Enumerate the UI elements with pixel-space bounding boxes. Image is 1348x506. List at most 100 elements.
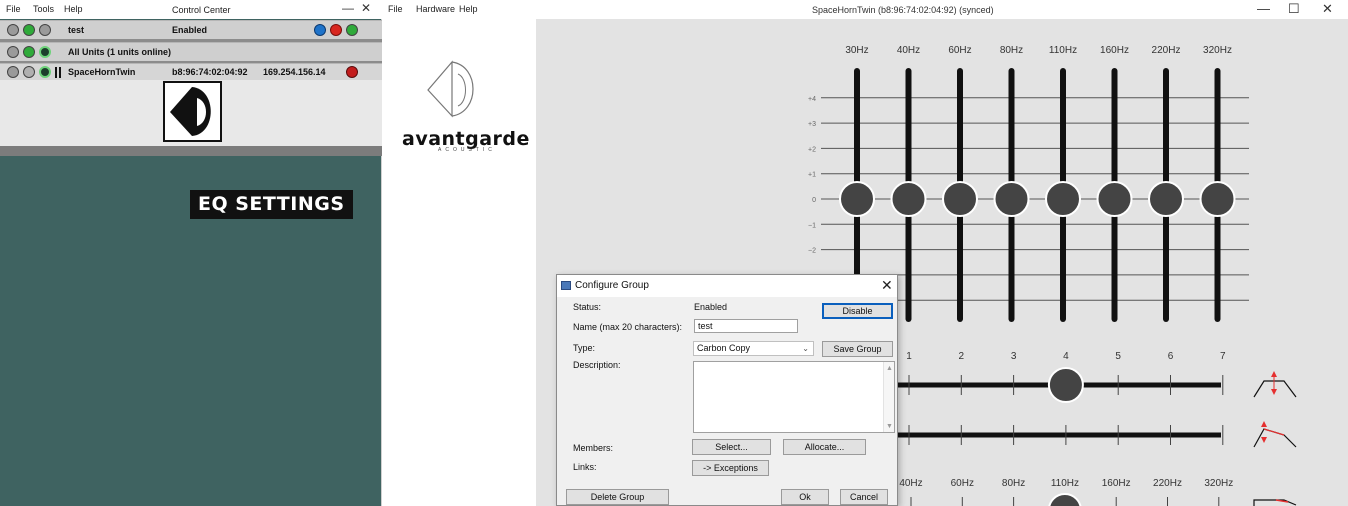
- db-label: 0: [812, 197, 816, 204]
- slider-knob-220Hz[interactable]: [1148, 181, 1184, 217]
- bottom-freq-label-110Hz: 110Hz: [1051, 478, 1079, 489]
- name-field[interactable]: test: [694, 319, 798, 333]
- type-select[interactable]: Carbon Copy ⌄: [693, 341, 814, 356]
- bottom-freq-label-320Hz: 320Hz: [1204, 478, 1233, 489]
- status-label: Status:: [573, 302, 602, 312]
- all-units-row[interactable]: All Units (1 units online): [0, 42, 382, 61]
- position-label-5: 5: [1115, 351, 1121, 362]
- allocate-button[interactable]: Allocate...: [783, 439, 866, 455]
- slider-knob-110Hz[interactable]: [1045, 181, 1081, 217]
- bottom-freq-label-60Hz: 60Hz: [951, 478, 974, 489]
- select-members-button[interactable]: Select...: [692, 439, 771, 455]
- close-button[interactable]: ✕: [1322, 1, 1333, 17]
- group-status-icon: [39, 24, 51, 36]
- description-label: Description:: [573, 360, 621, 370]
- freq-label-110Hz: 110Hz: [1049, 45, 1077, 56]
- links-label: Links:: [573, 462, 597, 472]
- disable-button[interactable]: Disable: [822, 303, 893, 319]
- power-on-icon[interactable]: [23, 24, 35, 36]
- db-label: +2: [808, 146, 816, 153]
- freq-label-220Hz: 220Hz: [1152, 45, 1181, 56]
- device-name: SpaceHornTwin: [68, 67, 136, 77]
- db-label: +4: [808, 96, 816, 103]
- slider-knob-160Hz[interactable]: [1096, 181, 1133, 217]
- menu-tools[interactable]: Tools: [33, 4, 54, 14]
- menu-file[interactable]: File: [388, 4, 403, 14]
- delete-group-icon[interactable]: [330, 24, 342, 36]
- bottom-freq-label-40Hz: 40Hz: [899, 478, 922, 489]
- device-status-icon: [39, 66, 51, 78]
- add-group-icon[interactable]: [346, 24, 358, 36]
- window-title: SpaceHornTwin (b8:96:74:02:04:92) (synce…: [812, 5, 994, 15]
- scroll-up-icon[interactable]: ▲: [886, 365, 893, 372]
- device-logo-icon: [163, 81, 222, 142]
- freq-label-30Hz: 30Hz: [845, 45, 868, 56]
- db-label: +3: [808, 121, 816, 128]
- exceptions-button[interactable]: -> Exceptions: [692, 460, 769, 476]
- slider-knob-40Hz[interactable]: [890, 181, 927, 217]
- bottom-freq-label-160Hz: 160Hz: [1102, 478, 1131, 489]
- configure-group-dialog: Configure Group ✕ Status: Enabled Disabl…: [556, 274, 898, 506]
- close-button[interactable]: ✕: [361, 1, 371, 15]
- collapse-icon[interactable]: [7, 66, 19, 78]
- slider-knob-80Hz[interactable]: [993, 181, 1030, 217]
- lowpass-filter-icon[interactable]: [1253, 499, 1297, 506]
- slider-knob-30Hz[interactable]: [839, 181, 875, 217]
- bottom-slider-knob[interactable]: [1048, 493, 1082, 506]
- edit-group-icon[interactable]: [314, 24, 326, 36]
- position-label-2: 2: [959, 351, 965, 362]
- freq-label-320Hz: 320Hz: [1203, 45, 1232, 56]
- device-action-icon[interactable]: [346, 66, 358, 78]
- description-field[interactable]: ▲ ▼: [693, 361, 895, 433]
- db-label: +1: [808, 172, 816, 179]
- slider-knob-320Hz[interactable]: [1199, 181, 1236, 217]
- desktop: File Tools Help Control Center — ✕ test …: [0, 0, 1348, 506]
- device-row[interactable]: SpaceHornTwin b8:96:74:02:04:92 169.254.…: [0, 63, 382, 80]
- horizontal-slider-knob[interactable]: [1047, 367, 1084, 403]
- group-row[interactable]: test Enabled: [0, 20, 382, 39]
- scroll-down-icon[interactable]: ▼: [886, 423, 893, 430]
- device-ip: 169.254.156.14: [263, 67, 326, 77]
- device-mac: b8:96:74:02:04:92: [172, 67, 248, 77]
- ok-button[interactable]: Ok: [781, 489, 829, 505]
- maximize-button[interactable]: ☐: [1288, 1, 1300, 17]
- collapse-icon[interactable]: [7, 46, 19, 58]
- minimize-button[interactable]: —: [342, 1, 354, 15]
- brand-subtitle: ACOUSTIC: [438, 147, 496, 153]
- save-group-button[interactable]: Save Group: [822, 341, 893, 357]
- menu-hardware[interactable]: Hardware: [416, 4, 455, 14]
- power-on-icon[interactable]: [23, 46, 35, 58]
- cancel-button[interactable]: Cancel: [840, 489, 888, 505]
- position-label-7: 7: [1220, 351, 1226, 362]
- eq-settings-title: EQ SETTINGS: [190, 190, 353, 219]
- name-label: Name (max 20 characters):: [573, 322, 683, 332]
- menu-file[interactable]: File: [6, 4, 21, 14]
- bottom-freq-label-80Hz: 80Hz: [1002, 478, 1025, 489]
- position-label-1: 1: [906, 351, 912, 362]
- panel-divider: [0, 146, 382, 156]
- position-label-3: 3: [1011, 351, 1017, 362]
- dialog-title: Configure Group: [575, 280, 649, 291]
- minimize-button[interactable]: —: [1257, 1, 1270, 16]
- delete-group-button[interactable]: Delete Group: [566, 489, 669, 505]
- group-status: Enabled: [172, 25, 208, 35]
- shelf-highlight-icon: [1263, 428, 1285, 436]
- bottom-freq-label-220Hz: 220Hz: [1153, 478, 1182, 489]
- menu-help[interactable]: Help: [459, 4, 478, 14]
- menu-help[interactable]: Help: [64, 4, 83, 14]
- collapse-icon[interactable]: [7, 24, 19, 36]
- freq-label-160Hz: 160Hz: [1100, 45, 1129, 56]
- close-button[interactable]: ✕: [881, 277, 893, 294]
- chevron-down-icon: ⌄: [802, 344, 809, 353]
- freq-label-40Hz: 40Hz: [897, 45, 920, 56]
- avantgarde-logo-icon: [427, 60, 474, 118]
- all-units-label: All Units (1 units online): [68, 47, 171, 57]
- freq-label-80Hz: 80Hz: [1000, 45, 1023, 56]
- power-icon[interactable]: [23, 66, 35, 78]
- members-label: Members:: [573, 443, 614, 453]
- db-label: −1: [808, 222, 816, 229]
- units-status-icon: [39, 46, 51, 58]
- signal-bars-icon: [55, 67, 61, 78]
- slider-knob-60Hz[interactable]: [942, 181, 978, 217]
- scrollbar[interactable]: ▲ ▼: [883, 362, 894, 432]
